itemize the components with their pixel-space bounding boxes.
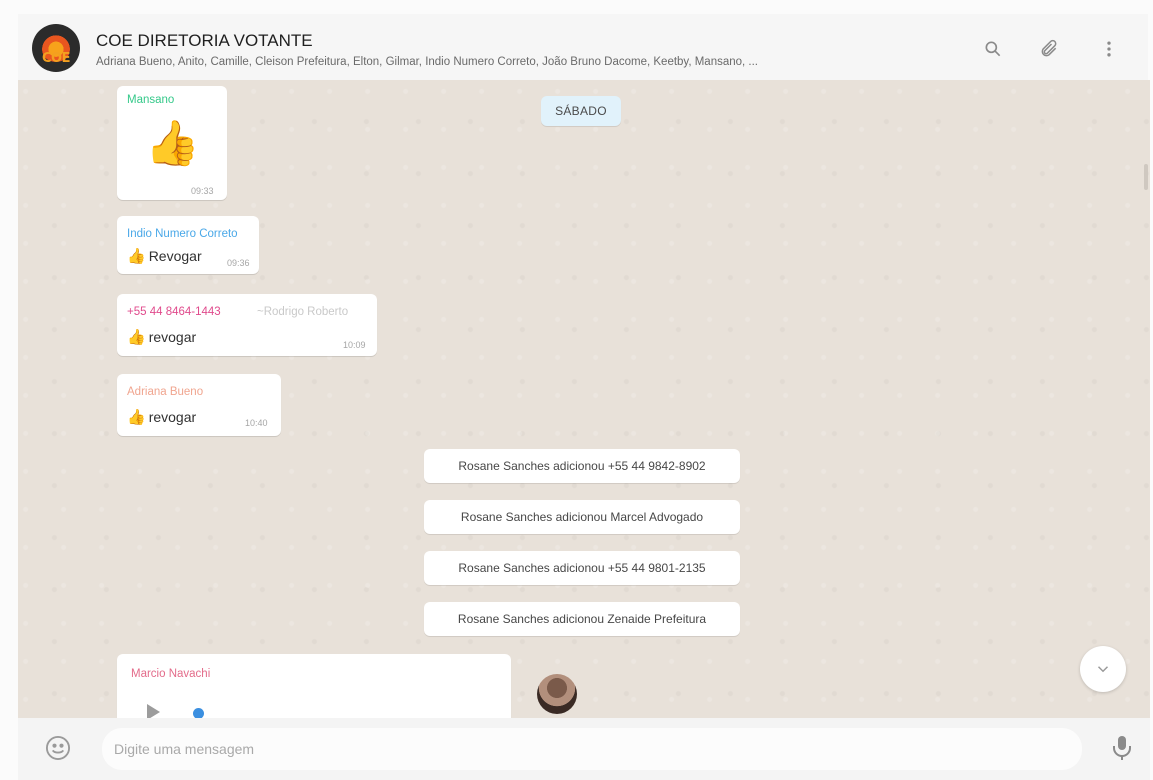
- message-time: 09:33: [191, 186, 214, 196]
- paperclip-icon[interactable]: [1036, 36, 1062, 62]
- message-sender: Marcio Navachi: [131, 668, 211, 680]
- menu-icon[interactable]: [1096, 36, 1122, 62]
- thumbs-up-icon: 👍: [127, 247, 146, 265]
- sender-avatar: [537, 674, 577, 714]
- avatar-text: COE: [42, 51, 70, 66]
- system-message: Rosane Sanches adicionou Zenaide Prefeit…: [424, 602, 740, 636]
- message-text: 👍 Revogar: [127, 247, 202, 265]
- message-time: 09:36: [227, 258, 250, 268]
- message-bubble[interactable]: Mansano 👍 09:33: [117, 86, 227, 200]
- audio-progress-dot[interactable]: [193, 708, 204, 718]
- compose-bar: [18, 718, 1150, 780]
- play-icon[interactable]: [147, 704, 160, 718]
- scroll-down-button[interactable]: [1080, 646, 1126, 692]
- system-message: Rosane Sanches adicionou +55 44 9842-890…: [424, 449, 740, 483]
- message-sender: Mansano: [127, 94, 175, 106]
- voice-message-bubble[interactable]: Marcio Navachi: [117, 654, 577, 718]
- message-time: 10:40: [245, 418, 268, 428]
- whatsapp-web-window: COE COE DIRETORIA VOTANTE Adriana Bueno,…: [0, 0, 1153, 780]
- group-members[interactable]: Adriana Bueno, Anito, Camille, Cleison P…: [96, 56, 956, 68]
- thumbs-up-icon: 👍: [127, 328, 146, 346]
- system-message: Rosane Sanches adicionou Marcel Advogado: [424, 500, 740, 534]
- thumbs-up-sticker-icon: 👍: [145, 118, 200, 169]
- message-bubble[interactable]: +55 44 8464-1443 ~Rodrigo Roberto 👍 revog…: [117, 294, 377, 356]
- message-bubble[interactable]: Indio Numero Correto 👍 Revogar 09:36: [117, 216, 259, 274]
- message-input[interactable]: [102, 728, 1082, 770]
- message-text: 👍 revogar: [127, 328, 197, 346]
- message-sender: Adriana Bueno: [127, 386, 204, 398]
- thumbs-up-icon: 👍: [127, 408, 146, 426]
- chat-title[interactable]: COE DIRETORIA VOTANTE: [96, 31, 313, 51]
- message-bubble[interactable]: Adriana Bueno 👍 revogar 10:40: [117, 374, 281, 436]
- day-separator: SÁBADO: [541, 96, 621, 126]
- message-sender: +55 44 8464-1443: [127, 306, 221, 318]
- system-message: Rosane Sanches adicionou +55 44 9801-213…: [424, 551, 740, 585]
- message-sender-alias: ~Rodrigo Roberto: [257, 306, 349, 318]
- group-avatar[interactable]: COE: [32, 24, 80, 72]
- scrollbar[interactable]: [1144, 164, 1148, 190]
- emoji-icon[interactable]: [44, 734, 72, 762]
- search-icon[interactable]: [980, 36, 1006, 62]
- chat-header[interactable]: COE COE DIRETORIA VOTANTE Adriana Bueno,…: [18, 14, 1148, 80]
- message-time: 10:09: [343, 340, 366, 350]
- message-text: 👍 revogar: [127, 408, 197, 426]
- microphone-icon[interactable]: [1110, 734, 1134, 762]
- message-sender: Indio Numero Correto: [127, 228, 238, 240]
- message-list[interactable]: SÁBADO Mansano 👍 09:33 Indio Numero Corr…: [18, 80, 1150, 718]
- chevron-down-icon: [1097, 666, 1109, 673]
